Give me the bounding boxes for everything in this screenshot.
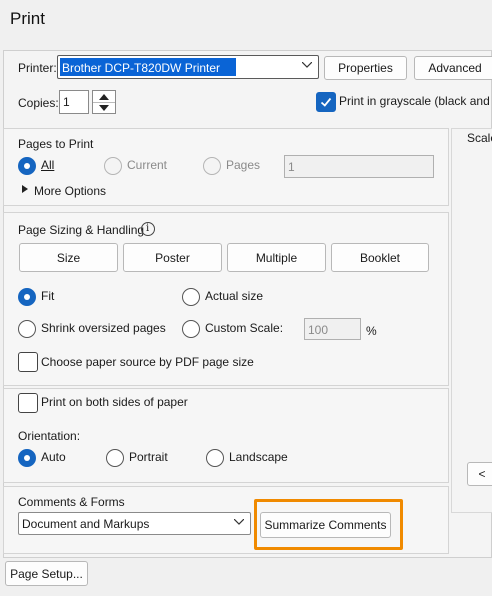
- comments-forms-selected: Document and Markups: [22, 517, 150, 531]
- radio-portrait[interactable]: [106, 449, 124, 467]
- preview-panel: [451, 128, 492, 513]
- info-icon[interactable]: i: [141, 222, 155, 236]
- tab-poster-label: Poster: [155, 250, 190, 265]
- radio-landscape[interactable]: [206, 449, 224, 467]
- scale-label: Scale: [467, 131, 492, 145]
- radio-custom-scale-label: Custom Scale:: [205, 321, 284, 335]
- more-options-toggle[interactable]: More Options: [34, 184, 106, 198]
- percent-label: %: [366, 324, 377, 338]
- comments-forms-select[interactable]: Document and Markups: [18, 512, 251, 535]
- tab-size[interactable]: Size: [19, 243, 118, 272]
- radio-shrink[interactable]: [18, 320, 36, 338]
- radio-shrink-label: Shrink oversized pages: [41, 321, 166, 335]
- checkmark-icon: [320, 97, 332, 107]
- radio-portrait-label: Portrait: [129, 450, 168, 464]
- page-sizing-heading: Page Sizing & Handling: [18, 223, 145, 237]
- orientation-label: Orientation:: [18, 429, 81, 443]
- triangle-up-icon[interactable]: [99, 94, 109, 100]
- copies-value: 1: [63, 95, 70, 109]
- radio-all-label: All: [41, 158, 55, 172]
- triangle-right-icon[interactable]: [22, 185, 28, 193]
- radio-all[interactable]: [18, 157, 36, 175]
- tab-booklet-label: Booklet: [359, 250, 401, 265]
- both-sides-label: Print on both sides of paper: [41, 395, 188, 409]
- copies-label: Copies:: [18, 96, 59, 110]
- grayscale-label: Print in grayscale (black and wh: [339, 94, 492, 108]
- summarize-comments-label: Summarize Comments: [264, 518, 387, 532]
- triangle-down-icon[interactable]: [99, 105, 109, 111]
- printer-select[interactable]: Brother DCP-T820DW Printer: [57, 55, 319, 79]
- radio-auto-label: Auto: [41, 450, 66, 464]
- chevron-down-icon: [234, 519, 244, 525]
- chevron-down-icon: [302, 62, 312, 68]
- tab-booklet[interactable]: Booklet: [331, 243, 429, 272]
- tab-size-label: Size: [56, 250, 81, 265]
- radio-actual-size-label: Actual size: [205, 289, 264, 303]
- custom-scale-value: 100: [308, 323, 329, 337]
- grayscale-checkbox[interactable]: [316, 92, 336, 112]
- radio-actual-size[interactable]: [182, 288, 200, 306]
- radio-fit-label: Fit: [41, 289, 55, 303]
- window-title: Print: [10, 9, 45, 28]
- tab-multiple-label: Multiple: [255, 250, 298, 265]
- radio-fit[interactable]: [18, 288, 36, 306]
- copies-stepper[interactable]: [92, 90, 116, 114]
- advanced-button[interactable]: Advanced: [414, 56, 492, 80]
- radio-auto[interactable]: [18, 449, 36, 467]
- tab-multiple[interactable]: Multiple: [227, 243, 326, 272]
- pages-range-input[interactable]: 1: [284, 155, 434, 178]
- printer-label: Printer:: [18, 61, 57, 75]
- comments-forms-heading: Comments & Forms: [18, 495, 125, 509]
- both-sides-checkbox[interactable]: [18, 393, 38, 413]
- copies-input[interactable]: 1: [59, 90, 89, 114]
- preview-prev-button[interactable]: <: [467, 462, 492, 486]
- summarize-comments-button[interactable]: Summarize Comments: [260, 512, 391, 538]
- radio-landscape-label: Landscape: [229, 450, 288, 464]
- prev-arrow: <: [478, 467, 486, 481]
- page-setup-button[interactable]: Page Setup...: [5, 561, 88, 586]
- pages-to-print-heading: Pages to Print: [18, 137, 94, 151]
- stepper-divider: [93, 102, 115, 103]
- paper-source-checkbox[interactable]: [18, 352, 38, 372]
- radio-pages[interactable]: [203, 157, 221, 175]
- properties-button[interactable]: Properties: [324, 56, 407, 80]
- radio-current[interactable]: [104, 157, 122, 175]
- paper-source-label: Choose paper source by PDF page size: [41, 355, 254, 369]
- radio-current-label: Current: [127, 158, 168, 172]
- custom-scale-input[interactable]: 100: [304, 318, 361, 340]
- tab-poster[interactable]: Poster: [123, 243, 222, 272]
- page-setup-label: Page Setup...: [10, 566, 83, 581]
- pages-range-value: 1: [288, 160, 295, 174]
- radio-pages-label: Pages: [226, 158, 261, 172]
- radio-custom-scale[interactable]: [182, 320, 200, 338]
- printer-selected-value: Brother DCP-T820DW Printer: [62, 61, 221, 75]
